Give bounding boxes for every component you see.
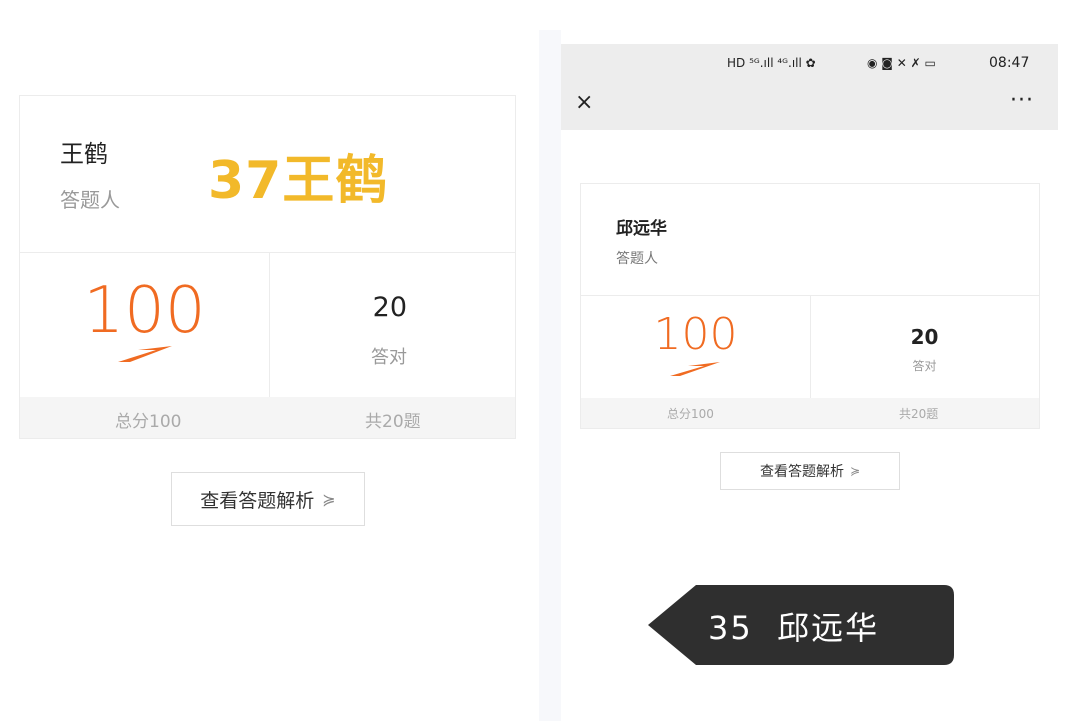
clock: 08:47 (989, 55, 1030, 71)
card-footer: 总分100 共20题 (20, 397, 515, 438)
correct-label: 答对 (371, 347, 407, 368)
participant-name: 王鹤 (60, 140, 108, 168)
participant-name: 邱远华 (616, 219, 667, 239)
more-icon[interactable]: ··· (1010, 88, 1034, 113)
signal-icons: HD ⁵ᴳ.ıll ⁴ᴳ.ıll ✿ (727, 56, 816, 70)
card-header: 王鹤 答题人 37王鹤 (20, 96, 515, 253)
score-cell: 100 (581, 295, 811, 398)
name-tooltip: 35 邱远华 (648, 585, 955, 665)
chevron-down-icon: ≽ (849, 464, 861, 478)
correct-label: 答对 (912, 359, 937, 373)
view-analysis-label: 查看答题解析 (759, 464, 844, 480)
top-bar: HD ⁵ᴳ.ıll ⁴ᴳ.ıll ✿ ◉ ◙ ✕ ✗ ▭ 08:47 × ··· (561, 44, 1058, 130)
question-count: 共20题 (899, 407, 939, 421)
score-value: 100 (83, 274, 206, 348)
swoosh-icon (118, 346, 172, 362)
card-footer: 总分100 共20题 (581, 398, 1039, 428)
card-header: 邱远华 答题人 (581, 184, 1039, 296)
phone-screen: HD ⁵ᴳ.ıll ⁴ᴳ.ıll ✿ ◉ ◙ ✕ ✗ ▭ 08:47 × ···… (561, 44, 1058, 680)
correct-cell: 20 答对 (810, 295, 1039, 398)
correct-cell: 20 答对 (269, 252, 515, 397)
view-analysis-label: 查看答题解析 (200, 489, 315, 512)
overlay-label: 37王鹤 (208, 151, 389, 211)
total-score: 总分100 (115, 412, 182, 432)
correct-count: 20 (372, 292, 407, 323)
system-icons: ◉ ◙ ✕ ✗ ▭ (867, 56, 936, 70)
chevron-down-icon: ≽ (322, 489, 336, 509)
close-icon[interactable]: × (575, 90, 593, 115)
result-card: 邱远华 答题人 100 20 答对 总分100 共20题 (580, 183, 1040, 429)
participant-role: 答题人 (60, 188, 120, 212)
correct-count: 20 (910, 325, 939, 349)
participant-role: 答题人 (616, 251, 658, 267)
result-card: 王鹤 答题人 37王鹤 100 20 答对 总分100 共20题 (19, 95, 516, 439)
total-score: 总分100 (667, 407, 714, 421)
score-cell: 100 (20, 252, 270, 397)
divider-strip (539, 30, 561, 721)
question-count: 共20题 (365, 412, 421, 432)
view-analysis-button[interactable]: 查看答题解析 ≽ (720, 452, 900, 490)
view-analysis-button[interactable]: 查看答题解析 ≽ (171, 472, 365, 526)
status-bar: HD ⁵ᴳ.ıll ⁴ᴳ.ıll ✿ ◉ ◙ ✕ ✗ ▭ 08:47 (727, 55, 1029, 71)
swoosh-icon (670, 362, 720, 376)
tooltip-label: 35 邱远华 (708, 609, 880, 647)
score-value: 100 (653, 309, 738, 360)
